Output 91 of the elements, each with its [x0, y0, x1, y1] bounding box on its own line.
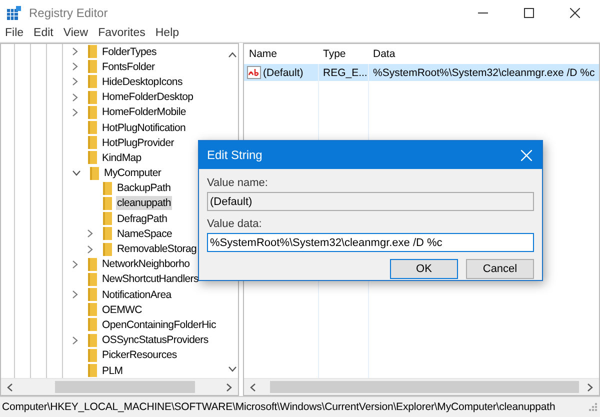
window-title: Registry Editor	[29, 6, 108, 20]
value-row[interactable]: (Default) REG_E... %SystemRoot%\System32\cleanmgr.exe /D %c	[244, 64, 599, 81]
folder-icon	[88, 364, 97, 378]
menu-item[interactable]: View	[63, 26, 88, 38]
scroll-left-icon[interactable]	[250, 382, 256, 392]
scroll-left-icon[interactable]	[7, 382, 13, 392]
folder-icon	[88, 288, 97, 302]
expand-chevron-icon[interactable]	[72, 336, 79, 345]
collapse-chevron-icon[interactable]	[72, 170, 81, 177]
scroll-right-icon[interactable]	[587, 382, 593, 392]
tree-item[interactable]: RemovableStorag	[116, 242, 198, 256]
value-name-field[interactable]: (Default)	[207, 192, 534, 211]
expand-chevron-icon[interactable]	[72, 47, 79, 56]
expand-chevron-icon[interactable]	[72, 290, 79, 300]
tree-item[interactable]: NewShortcutHandlers	[101, 272, 200, 286]
scroll-thumb[interactable]	[270, 381, 579, 393]
folder-icon	[90, 166, 99, 180]
folder-icon	[88, 272, 97, 286]
column-header[interactable]: Data	[368, 48, 599, 60]
value-data-field[interactable]: %SystemRoot%\System32\cleanmgr.exe /D %c	[207, 233, 534, 252]
menu-item[interactable]: File	[5, 26, 24, 38]
folder-icon	[88, 151, 97, 164]
folder-icon	[88, 258, 97, 271]
ok-button[interactable]: OK	[390, 259, 458, 279]
tree-item[interactable]: FontsFolder	[101, 60, 156, 74]
tree-item[interactable]: NotificationArea	[101, 288, 172, 302]
tree-item[interactable]: OSSyncStatusProviders	[101, 333, 210, 348]
resize-grip-icon[interactable]	[589, 403, 597, 411]
string-value-icon	[247, 66, 261, 79]
menu-item[interactable]: Favorites	[98, 26, 146, 38]
expand-chevron-icon[interactable]	[72, 92, 79, 102]
maximize-icon[interactable]	[524, 8, 534, 18]
key-path: Computer\HKEY_LOCAL_MACHINE\SOFTWARE\Microsoft\Windows\CurrentVersion\Explorer\MyComputer\cleanuppath	[2, 401, 556, 413]
folder-icon	[103, 212, 112, 226]
tree-item[interactable]: KindMap	[101, 150, 142, 165]
expand-chevron-icon[interactable]	[87, 229, 94, 238]
menu-item[interactable]: Edit	[34, 26, 54, 38]
tree-item[interactable]: HotPlugNotification	[101, 120, 187, 135]
folder-icon	[103, 227, 112, 240]
tree-item[interactable]: MyComputer	[103, 166, 162, 180]
folder-icon	[88, 136, 97, 150]
registry-app-icon	[7, 6, 21, 20]
folder-icon	[103, 242, 112, 256]
tree-item[interactable]: HomeFolderDesktop	[101, 90, 194, 104]
expand-chevron-icon[interactable]	[72, 62, 79, 72]
column-header[interactable]: Type	[318, 48, 368, 60]
tree-item[interactable]: HomeFolderMobile	[101, 105, 187, 120]
tree-item[interactable]: BackupPath	[116, 181, 172, 196]
cancel-button[interactable]: Cancel	[466, 259, 534, 279]
folder-icon	[88, 75, 97, 88]
folder-icon	[88, 348, 97, 362]
scroll-up-icon[interactable]	[228, 52, 237, 58]
folder-icon	[88, 106, 97, 119]
tree-item[interactable]: DefragPath	[116, 212, 168, 226]
expand-chevron-icon[interactable]	[72, 77, 79, 86]
field-label: Value name:	[207, 177, 269, 189]
folder-icon	[103, 196, 112, 210]
tree-item[interactable]: FolderTypes	[101, 44, 158, 59]
field-label: Value data:	[207, 218, 263, 230]
folder-icon	[88, 334, 97, 347]
column-header[interactable]: Name	[244, 48, 318, 60]
tree-item[interactable]: NetworkNeighborho	[101, 257, 191, 272]
dialog-title: Edit String	[207, 148, 262, 162]
tree-item[interactable]: NameSpace	[116, 226, 174, 241]
folder-icon	[103, 182, 112, 195]
tree-item[interactable]: PickerResources	[101, 348, 178, 362]
close-icon[interactable]	[570, 8, 580, 18]
folder-icon	[88, 90, 97, 104]
table-cell-text: %SystemRoot%\System32\cleanmgr.exe /D %c	[372, 66, 596, 78]
folder-icon	[88, 121, 97, 134]
tree-item[interactable]: OEMWC	[101, 302, 143, 317]
scroll-down-icon[interactable]	[228, 366, 237, 372]
tree-item[interactable]: cleanuppath	[116, 196, 172, 210]
table-cell-text: REG_E...	[322, 66, 368, 78]
folder-icon	[88, 318, 97, 332]
tree-item[interactable]: PLM	[101, 364, 124, 378]
folder-icon	[88, 45, 97, 58]
scroll-right-icon[interactable]	[226, 382, 232, 392]
folder-icon	[88, 60, 97, 74]
tree-item[interactable]: OpenContainingFolderHic	[101, 318, 217, 332]
tree-item[interactable]: HotPlugProvider	[101, 136, 175, 150]
horizontal-scrollbar[interactable]	[1, 378, 238, 395]
expand-chevron-icon[interactable]	[72, 108, 79, 117]
tree-item[interactable]: HideDesktopIcons	[101, 74, 184, 89]
scroll-thumb[interactable]	[55, 381, 195, 393]
folder-icon	[88, 303, 97, 316]
menu-item[interactable]: Help	[155, 26, 180, 38]
horizontal-scrollbar[interactable]	[244, 378, 599, 395]
expand-chevron-icon[interactable]	[87, 244, 94, 254]
expand-chevron-icon[interactable]	[72, 260, 79, 269]
table-cell: (Default)	[263, 66, 304, 78]
